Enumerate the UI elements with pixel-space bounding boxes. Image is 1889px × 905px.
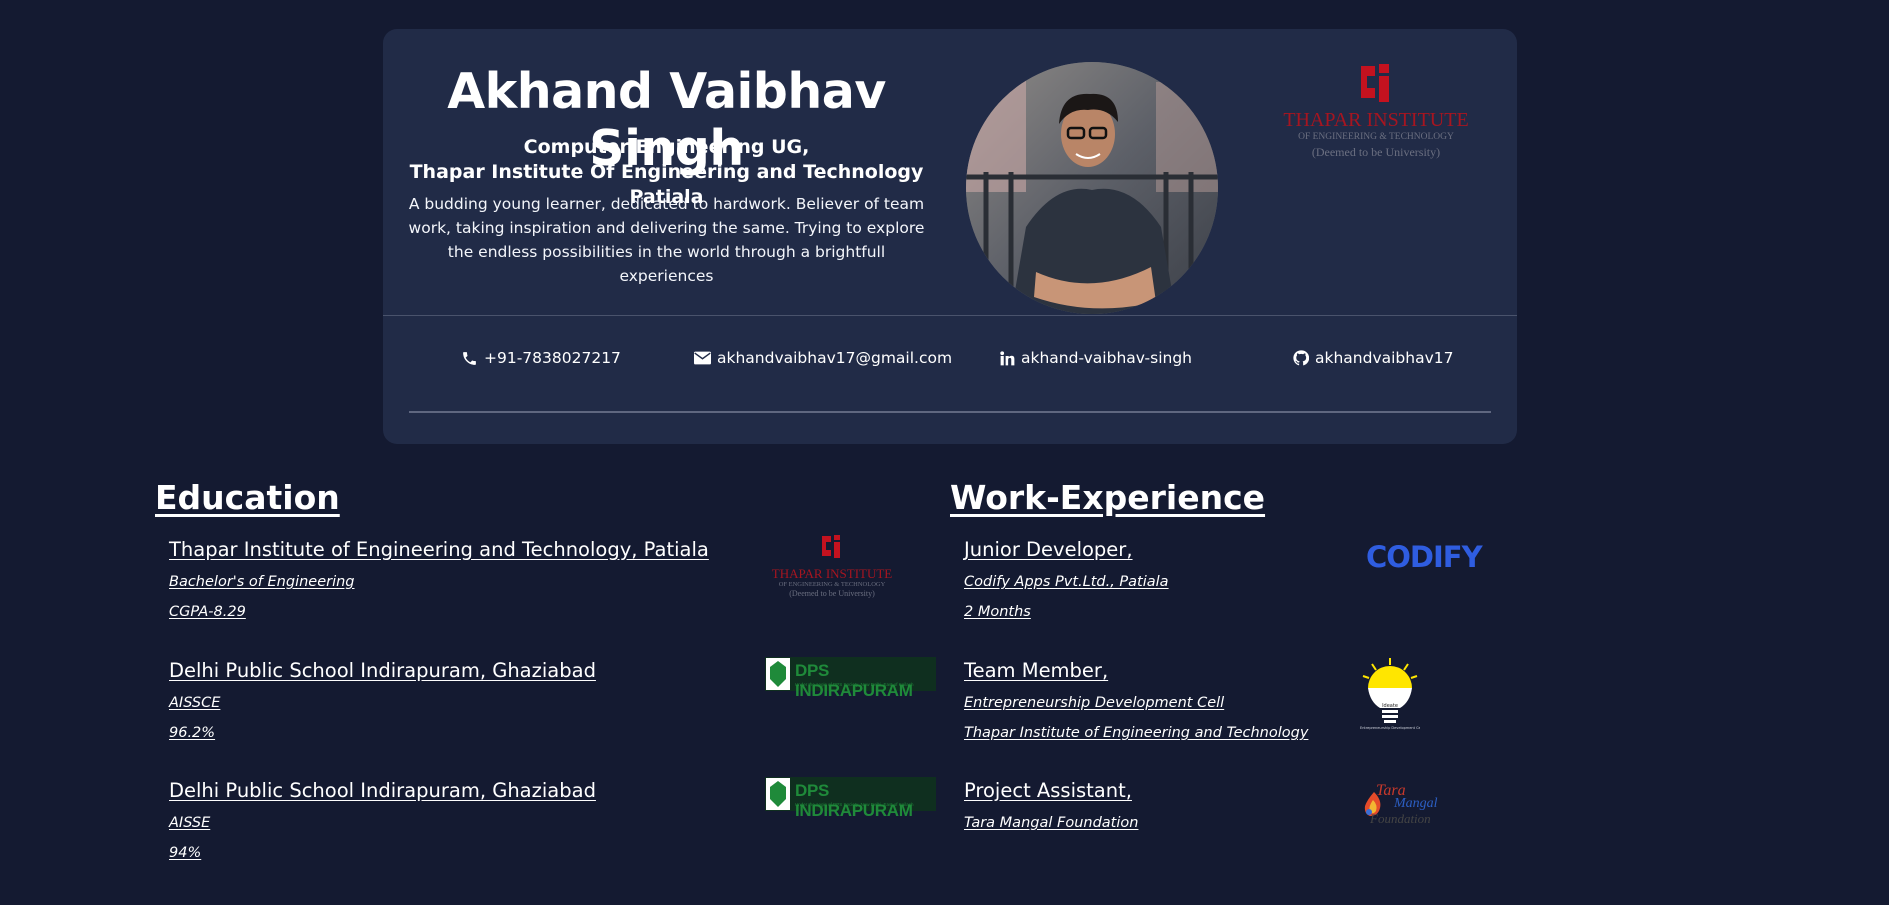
work-item: Junior Developer, Codify Apps Pvt.Ltd., … [964,537,1169,622]
education-heading: Education [155,478,340,517]
codify-logo: CODIFY [1366,540,1491,574]
dps-logo: DPS INDIRAPURAM Under the aegis of DPS S… [765,777,936,820]
thapar-logo-subtitle: OF ENGINEERING & TECHNOLOGY [1298,132,1454,142]
work-company[interactable]: Entrepreneurship Development Cell [964,694,1308,713]
work-item: Team Member, Entrepreneurship Developmen… [964,658,1308,743]
education-item: Delhi Public School Indirapuram, Ghaziab… [169,658,596,743]
work-company[interactable]: Tara Mangal Foundation [964,814,1138,833]
codify-logo-text: CODIFY [1366,540,1483,574]
work-item: Project Assistant, Tara Mangal Foundatio… [964,778,1138,833]
thapar-logo-deemed: (Deemed to be University) [1311,145,1441,159]
education-degree[interactable]: Bachelor's of Engineering [169,573,709,592]
dps-logo-tagline: Under the aegis of DPS Society, New Delh… [795,682,914,687]
contact-divider [409,411,1491,413]
dps-emblem-icon [766,778,790,810]
contact-bar: +91-7838027217 akhandvaibhav17@gmail.com… [383,349,1517,379]
envelope-icon [694,351,711,365]
education-score[interactable]: CGPA-8.29 [169,603,709,622]
thapar-logo-small-deemed: (Deemed to be University) [789,589,875,598]
work-role[interactable]: Project Assistant, [964,778,1138,804]
work-duration[interactable]: 2 Months [964,603,1169,622]
edc-logo: Ideate Entrepreneurship Development Cell [1360,656,1420,738]
edc-logo-subtitle: Entrepreneurship Development Cell [1360,726,1420,730]
email-link[interactable]: akhandvaibhav17@gmail.com [694,349,952,367]
dps-logo-name: DPS INDIRAPURAM [795,661,913,700]
edc-logo-label: Ideate [1382,703,1398,709]
phone-link[interactable]: +91-7838027217 [461,349,621,367]
dps-logo: DPS INDIRAPURAM Under the aegis of DPS S… [765,657,936,700]
thapar-logo-small: THAPAR INSTITUTE OF ENGINEERING & TECHNO… [762,534,902,602]
tara-mangal-logo: Tara Mangal Foundation [1362,782,1457,834]
profile-degree: Computer Engineering UG, [523,136,810,158]
work-role[interactable]: Junior Developer, [964,537,1169,563]
tara-logo-word2: Mangal [1394,796,1438,811]
work-organization[interactable]: Thapar Institute of Engineering and Tech… [964,724,1308,743]
profile-bio: A budding young learner, dedicated to ha… [408,195,925,285]
card-divider [383,315,1517,316]
education-degree[interactable]: AISSCE [169,694,596,713]
education-score[interactable]: 96.2% [169,724,596,743]
education-institution[interactable]: Delhi Public School Indirapuram, Ghaziab… [169,778,596,804]
github-link[interactable]: akhandvaibhav17 [1293,349,1454,367]
dps-logo-tagline: Under the aegis of DPS Society, New Delh… [795,802,914,807]
education-item: Delhi Public School Indirapuram, Ghaziab… [169,778,596,863]
work-role[interactable]: Team Member, [964,658,1308,684]
tara-logo-word3: Foundation [1370,811,1431,826]
education-item: Thapar Institute of Engineering and Tech… [169,537,709,622]
phone-text: +91-7838027217 [484,349,621,367]
education-score[interactable]: 94% [169,844,596,863]
education-degree[interactable]: AISSE [169,814,596,833]
linkedin-text: akhand-vaibhav-singh [1021,349,1192,367]
github-text: akhandvaibhav17 [1315,349,1454,367]
education-institution[interactable]: Delhi Public School Indirapuram, Ghaziab… [169,658,596,684]
thapar-emblem-icon [822,535,840,558]
profile-card: Akhand Vaibhav Singh Computer Engineerin… [383,29,1517,444]
linkedin-link[interactable]: akhand-vaibhav-singh [1000,349,1192,367]
work-company[interactable]: Codify Apps Pvt.Ltd., Patiala [964,573,1169,592]
profile-photo [966,62,1218,314]
thapar-logo-name: THAPAR INSTITUTE [1283,109,1469,131]
email-text: akhandvaibhav17@gmail.com [717,349,953,367]
thapar-logo-small-subtitle: OF ENGINEERING & TECHNOLOGY [778,581,886,588]
dps-logo-name: DPS INDIRAPURAM [795,781,913,820]
thapar-logo: THAPAR INSTITUTE OF ENGINEERING & TECHNO… [1271,62,1481,172]
dps-emblem-icon [766,658,790,690]
linkedin-icon [1000,350,1015,365]
work-experience-heading: Work-Experience [950,478,1266,517]
phone-icon [463,351,476,365]
github-icon [1293,350,1309,366]
education-institution[interactable]: Thapar Institute of Engineering and Tech… [169,537,709,563]
thapar-logo-small-name: THAPAR INSTITUTE [771,566,893,581]
